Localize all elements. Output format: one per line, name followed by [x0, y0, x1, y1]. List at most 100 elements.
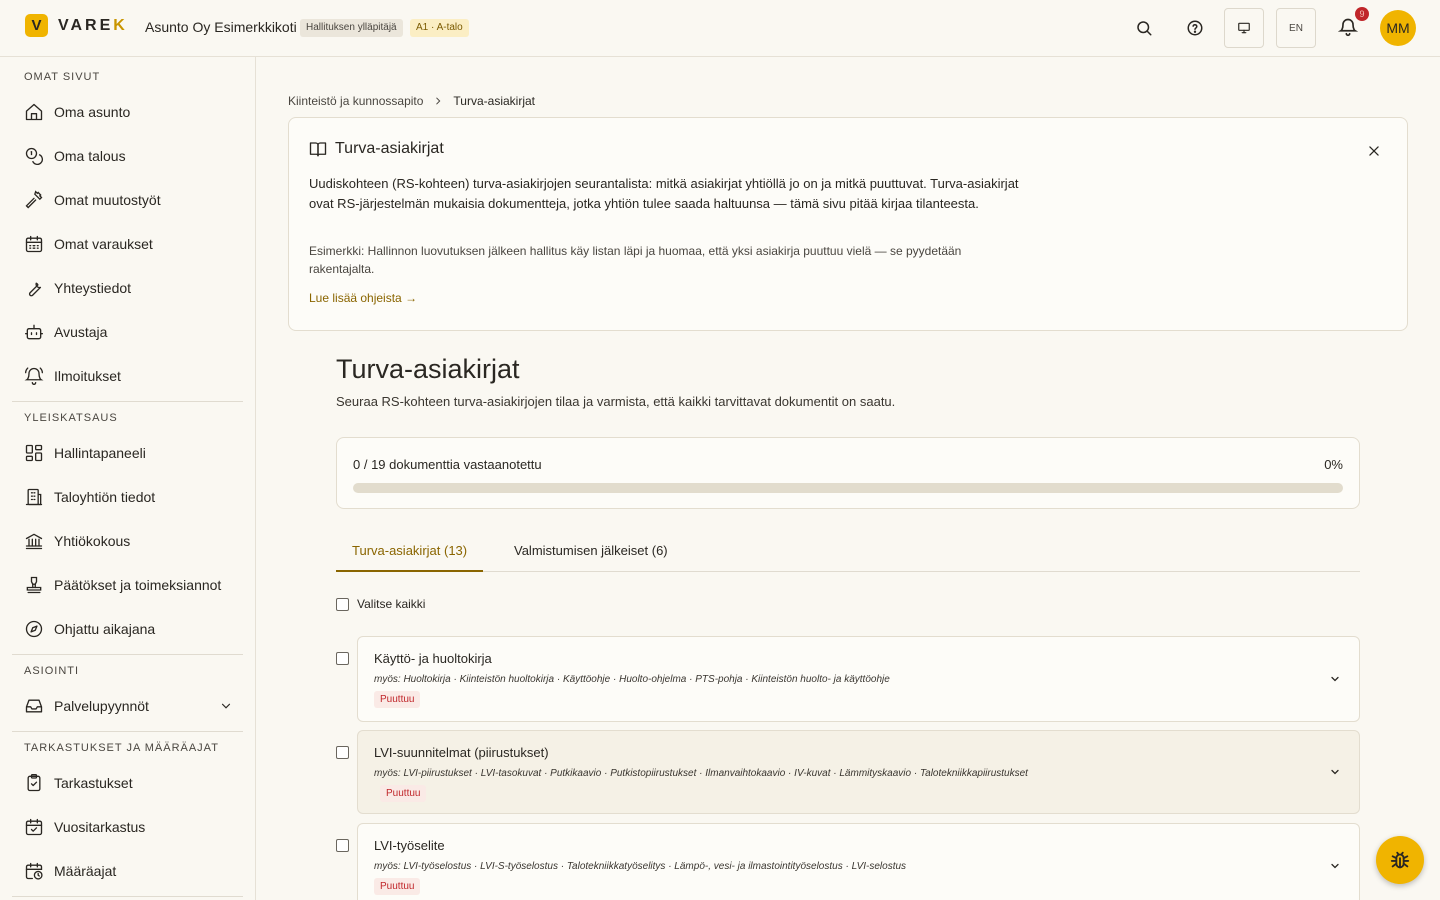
help-card-title: Turva-asiakirjat [335, 140, 444, 157]
tab-turva-asiakirjat[interactable]: Turva-asiakirjat (13) [336, 543, 484, 572]
read-more-link[interactable]: Lue lisää ohjeista → [309, 291, 417, 305]
status-badge: Puuttuu [374, 691, 421, 708]
logo-text: VAREK [58, 17, 128, 35]
building-icon [25, 488, 43, 506]
logo-mark: V [25, 14, 48, 37]
document-checkbox[interactable] [336, 746, 349, 759]
display-mode-button[interactable] [1224, 8, 1264, 48]
unit-badge: A1 · A-talo [410, 19, 469, 37]
select-all-checkbox[interactable] [336, 597, 349, 611]
status-badge: Puuttuu [380, 785, 427, 802]
progress-text: 0 / 19 dokumenttia vastaanotettu [353, 457, 542, 472]
help-card-example: Esimerkki: Hallinnon luovutuksen jälkeen… [309, 244, 962, 276]
role-badge: Hallituksen ylläpitäjä [300, 19, 403, 37]
document-name: LVI-työselite [374, 838, 445, 853]
landmark-icon [25, 533, 43, 550]
help-card-header: Turva-asiakirjat [309, 140, 444, 158]
sidebar-item-tarkastukset[interactable]: Tarkastukset [12, 765, 243, 801]
document-card[interactable]: LVI-työselite myös: LVI-työselostus · LV… [357, 823, 1360, 900]
sidebar-section-title: YLEISKATSAUS [24, 412, 118, 424]
monitor-icon [1238, 22, 1250, 34]
chevron-down-icon[interactable] [1329, 860, 1341, 872]
sidebar-item-oma-asunto[interactable]: Oma asunto [12, 94, 243, 130]
sidebar-divider [12, 654, 243, 655]
chevron-down-icon [221, 703, 231, 709]
sidebar-item-ohjattu-aikajana[interactable]: Ohjattu aikajana [12, 611, 243, 647]
clipboard-check-icon [27, 774, 41, 792]
stamp-icon [26, 576, 42, 594]
sidebar-item-label: Vuositarkastus [54, 819, 146, 835]
sidebar-item-maaraajat[interactable]: Määräajat [12, 853, 243, 889]
document-name: Käyttö- ja huoltokirja [374, 651, 492, 666]
sidebar-item-hallintapaneeli[interactable]: Hallintapaneeli [12, 435, 243, 471]
bell-ring-icon [24, 367, 44, 385]
document-card[interactable]: LVI-suunnitelmat (piirustukset) myös: LV… [357, 730, 1360, 814]
chevron-right-icon [436, 97, 441, 105]
logo-text-accent: K [113, 16, 128, 34]
help-button[interactable] [1185, 18, 1205, 38]
progress-bar [353, 483, 1343, 493]
breadcrumb-parent-link[interactable]: Kiinteistö ja kunnossapito [288, 94, 423, 108]
help-circle-icon [1187, 20, 1203, 36]
tab-valmistumisen-jalkeiset[interactable]: Valmistumisen jälkeiset (6) [498, 543, 684, 572]
sidebar-item-label: Omat muutostyöt [54, 192, 161, 208]
breadcrumb-current: Turva-asiakirjat [453, 94, 535, 108]
sidebar-item-label: Hallintapaneeli [54, 445, 146, 461]
user-avatar[interactable]: MM [1380, 10, 1416, 46]
book-open-icon [309, 142, 327, 157]
sidebar-section-title: OMAT SIVUT [24, 71, 101, 83]
hammer-icon [25, 190, 43, 209]
sidebar-item-palvelupyynnot[interactable]: Palvelupyynnöt [12, 688, 243, 724]
search-icon [1137, 21, 1152, 36]
chevron-down-icon[interactable] [1329, 673, 1341, 685]
page-subtitle: Seuraa RS-kohteen turva-asiakirjojen til… [336, 394, 896, 409]
sidebar-item-omat-muutostyot[interactable]: Omat muutostyöt [12, 182, 243, 218]
sidebar-item-yhteystiedot[interactable]: Yhteystiedot [12, 270, 243, 306]
select-all[interactable]: Valitse kaikki [336, 597, 425, 611]
sidebar-item-avustaja[interactable]: Avustaja [12, 314, 243, 350]
sidebar-item-omat-varaukset[interactable]: Omat varaukset [12, 226, 243, 262]
search-button[interactable] [1134, 18, 1154, 38]
sidebar-section-title: TARKASTUKSET JA MÄÄRÄAJAT [24, 742, 219, 754]
notifications-button[interactable] [1338, 17, 1358, 37]
sidebar-item-ilmoitukset[interactable]: Ilmoitukset [12, 358, 243, 394]
calendar-icon [25, 235, 43, 253]
sidebar-item-paatokset[interactable]: Päätökset ja toimeksiannot [12, 567, 243, 603]
notification-count-badge: 9 [1355, 7, 1369, 21]
sidebar-item-label: Taloyhtiön tiedot [54, 489, 156, 505]
document-card[interactable]: Käyttö- ja huoltokirja myös: Huoltokirja… [357, 636, 1360, 722]
sidebar-item-label: Avustaja [54, 324, 108, 340]
breadcrumb: Kiinteistö ja kunnossapito Turva-asiakir… [288, 94, 535, 108]
sidebar-item-label: Tarkastukset [54, 775, 133, 791]
language-button[interactable]: EN [1276, 8, 1316, 48]
sidebar-item-label: Yhtiökokous [54, 533, 131, 549]
calendar-clock-icon [25, 862, 43, 880]
sidebar-item-taloyhtion-tiedot[interactable]: Taloyhtiön tiedot [12, 479, 243, 515]
sidebar-divider [12, 896, 243, 897]
document-aliases: myös: Huoltokirja · Kiinteistön huoltoki… [374, 674, 890, 685]
sidebar-item-vuositarkastus[interactable]: Vuositarkastus [12, 809, 243, 845]
compass-icon [25, 620, 43, 638]
sidebar-item-label: Oma asunto [54, 104, 131, 120]
close-icon[interactable] [1367, 144, 1381, 158]
sidebar-item-oma-talous[interactable]: Oma talous [12, 138, 243, 174]
home-icon [25, 103, 43, 121]
calendar-check-icon [25, 818, 43, 836]
chevron-down-icon[interactable] [1329, 766, 1341, 778]
logo[interactable]: V VAREK [25, 14, 128, 37]
sidebar-item-label: Palvelupyynnöt [54, 698, 149, 714]
document-checkbox[interactable] [336, 839, 349, 852]
inbox-icon [25, 699, 43, 713]
select-all-label: Valitse kaikki [357, 597, 426, 611]
help-card-description: Uudiskohteen (RS-kohteen) turva-asiakirj… [309, 176, 1019, 211]
page-title: Turva-asiakirjat [336, 354, 520, 384]
sidebar-item-label: Määräajat [54, 863, 117, 879]
document-aliases: myös: LVI-työselostus · LVI-S-työselostu… [374, 861, 907, 872]
bug-report-button[interactable] [1376, 836, 1424, 884]
sidebar-divider [12, 401, 243, 402]
wrench-icon [28, 282, 42, 297]
progress-percent: 0% [1324, 457, 1343, 472]
sidebar-item-yhtiokokous[interactable]: Yhtiökokous [12, 523, 243, 559]
document-checkbox[interactable] [336, 652, 349, 665]
help-card: Turva-asiakirjat Uudiskohteen (RS-kohtee… [288, 117, 1408, 331]
